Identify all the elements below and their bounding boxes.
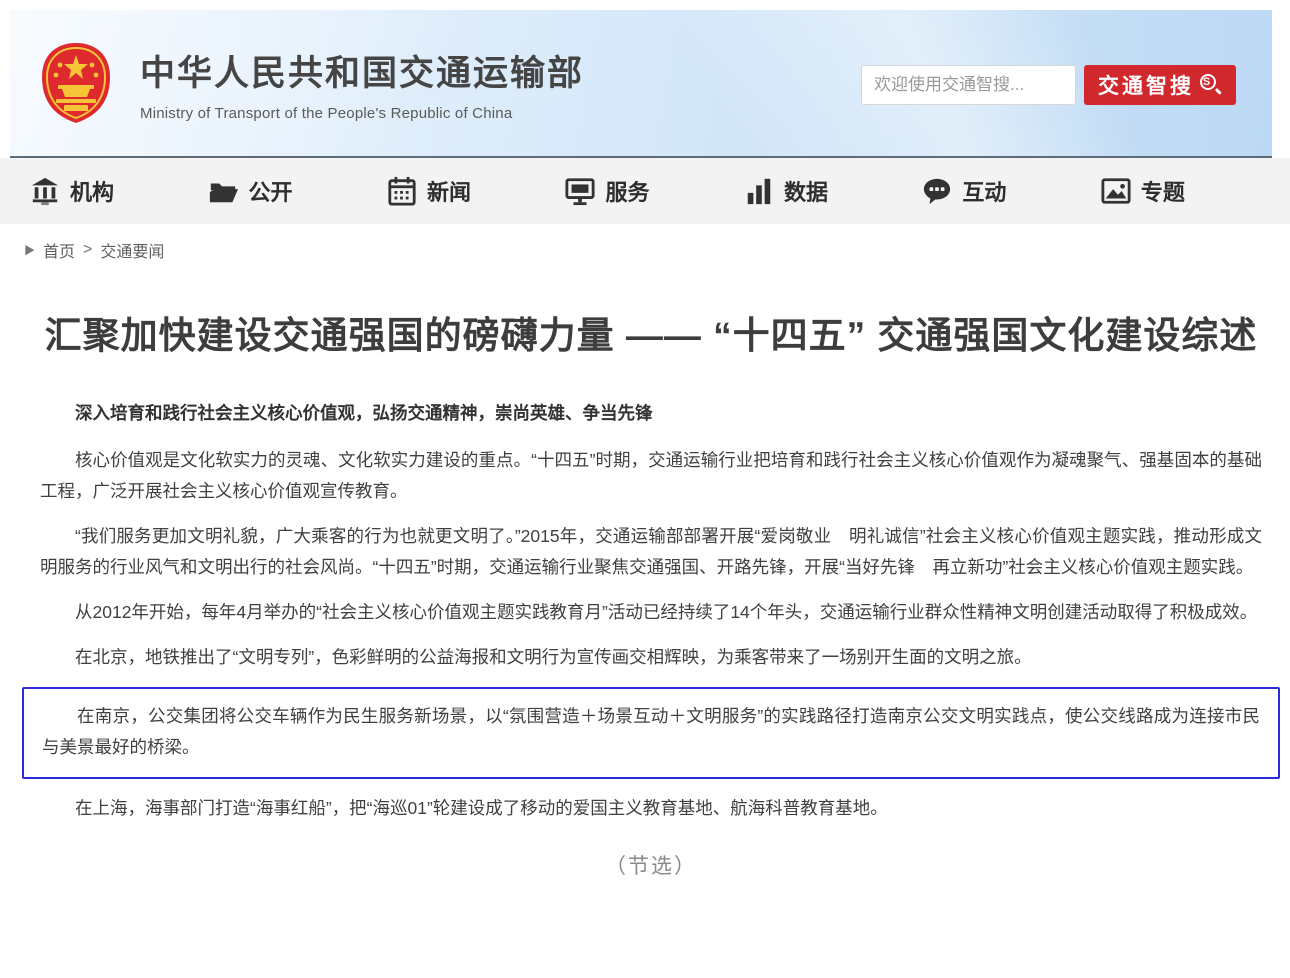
article-subheading: 深入培育和践行社会主义核心价值观，弘扬交通精神，崇尚英雄、争当先锋 <box>40 398 1262 429</box>
breadcrumb-separator: > <box>83 241 92 259</box>
national-emblem-icon <box>38 41 114 125</box>
nav-item-disclosure[interactable]: 公开 <box>208 175 292 207</box>
article-paragraph: 在北京，地铁推出了“文明专列”，色彩鲜明的公益海报和文明行为宣传画交相辉映，为乘… <box>40 642 1262 673</box>
breadcrumb-home-link[interactable]: 首页 <box>43 238 75 262</box>
folder-icon <box>208 176 238 206</box>
search-magnifier-icon: S <box>1200 74 1222 96</box>
nav-label: 互动 <box>962 175 1006 207</box>
bank-icon <box>30 176 60 206</box>
breadcrumb-arrow-icon: ▶ <box>24 242 35 258</box>
site-header: 中华人民共和国交通运输部 Ministry of Transport of th… <box>10 10 1272 158</box>
nav-item-news[interactable]: 新闻 <box>387 175 471 207</box>
article: 汇聚加快建设交通强国的磅礴力量 —— “十四五” 交通强国文化建设综述 深入培育… <box>0 272 1290 880</box>
main-nav: 机构 公开 新闻 服务 数据 互动 专题 <box>0 158 1290 224</box>
monitor-icon <box>565 176 595 206</box>
nav-item-data[interactable]: 数据 <box>744 175 828 207</box>
nav-label: 专题 <box>1141 175 1185 207</box>
nav-item-services[interactable]: 服务 <box>565 175 649 207</box>
page: 中华人民共和国交通运输部 Ministry of Transport of th… <box>0 0 1290 978</box>
article-paragraph: 从2012年开始，每年4月举办的“社会主义核心价值观主题实践教育月”活动已经持续… <box>40 597 1262 628</box>
brand-block: 中华人民共和国交通运输部 Ministry of Transport of th… <box>140 45 584 122</box>
search-input[interactable] <box>861 65 1076 105</box>
highlighted-paragraph-box: 在南京，公交集团将公交车辆作为民生服务新场景，以“氛围营造＋场景互动＋文明服务”… <box>22 687 1280 779</box>
search-button[interactable]: 交通智搜 S <box>1084 65 1236 105</box>
bar-chart-icon <box>744 176 774 206</box>
calendar-icon <box>387 176 417 206</box>
site-title: 中华人民共和国交通运输部 <box>140 45 584 96</box>
picture-icon <box>1101 176 1131 206</box>
nav-label: 机构 <box>70 175 114 207</box>
search-area: 交通智搜 S <box>861 65 1236 105</box>
breadcrumb-current: 交通要闻 <box>100 238 164 262</box>
excerpt-note: （节选） <box>40 850 1262 880</box>
nav-item-institutions[interactable]: 机构 <box>30 175 114 207</box>
nav-label: 公开 <box>248 175 292 207</box>
highlighted-paragraph: 在南京，公交集团将公交车辆作为民生服务新场景，以“氛围营造＋场景互动＋文明服务”… <box>42 701 1260 763</box>
speech-bubble-icon <box>922 176 952 206</box>
article-title: 汇聚加快建设交通强国的磅礴力量 —— “十四五” 交通强国文化建设综述 <box>40 312 1262 360</box>
nav-label: 服务 <box>605 175 649 207</box>
nav-label: 数据 <box>784 175 828 207</box>
article-paragraph: 在上海，海事部门打造“海事红船”，把“海巡01”轮建设成了移动的爱国主义教育基地… <box>40 793 1262 824</box>
nav-item-interaction[interactable]: 互动 <box>922 175 1006 207</box>
article-paragraph: “我们服务更加文明礼貌，广大乘客的行为也就更文明了。”2015年，交通运输部部署… <box>40 521 1262 583</box>
nav-item-topics[interactable]: 专题 <box>1101 175 1185 207</box>
breadcrumb: ▶ 首页 > 交通要闻 <box>0 224 1290 272</box>
nav-label: 新闻 <box>427 175 471 207</box>
site-subtitle: Ministry of Transport of the People's Re… <box>140 105 584 122</box>
search-button-label: 交通智搜 <box>1098 70 1194 100</box>
article-paragraph: 核心价值观是文化软实力的灵魂、文化软实力建设的重点。“十四五”时期，交通运输行业… <box>40 445 1262 507</box>
